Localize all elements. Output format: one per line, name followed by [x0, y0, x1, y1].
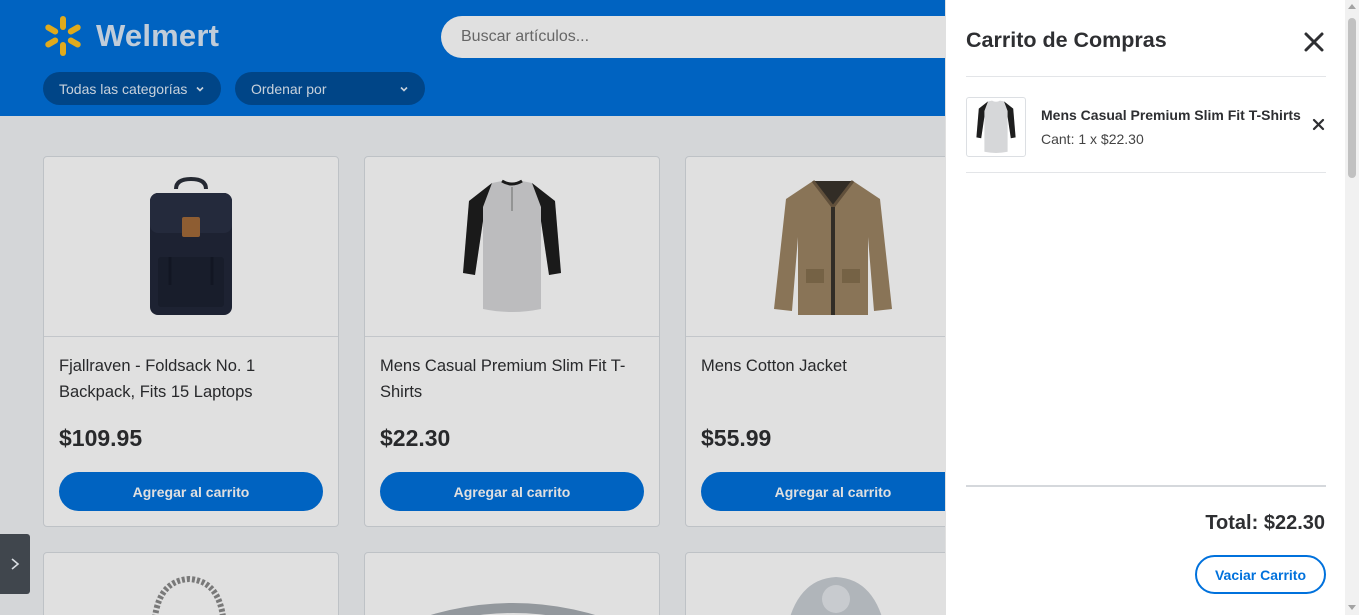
modal-overlay[interactable]	[0, 0, 945, 615]
cart-item-image	[966, 97, 1026, 157]
empty-cart-button[interactable]: Vaciar Carrito	[1195, 555, 1326, 594]
scrollbar-thumb[interactable]	[1348, 18, 1356, 178]
close-icon[interactable]	[1302, 30, 1326, 54]
divider	[966, 485, 1326, 487]
remove-item-icon[interactable]	[1312, 118, 1325, 131]
chevron-right-icon	[11, 558, 20, 570]
cart-item-name: Mens Casual Premium Slim Fit T-Shirts	[1041, 107, 1301, 123]
divider	[966, 76, 1326, 77]
divider	[966, 172, 1326, 173]
sidebar-toggle[interactable]	[0, 534, 30, 594]
cart-total: Total: $22.30	[1205, 512, 1325, 534]
scrollbar[interactable]	[1345, 0, 1359, 615]
cart-title: Carrito de Compras	[966, 28, 1167, 52]
scroll-down-icon[interactable]	[1348, 605, 1356, 610]
tshirt-image	[976, 100, 1016, 153]
cart-panel: Carrito de Compras Mens Casual Premium S…	[945, 0, 1345, 615]
scroll-up-icon[interactable]	[1348, 4, 1356, 9]
cart-item-quantity: Cant: 1 x $22.30	[1041, 131, 1144, 147]
